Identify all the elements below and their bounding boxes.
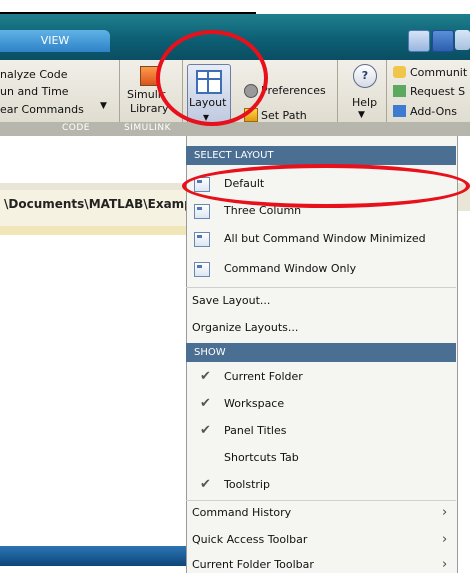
simulink-library-line2[interactable]: Library [130, 102, 168, 115]
highlight-annotation-layout [156, 30, 268, 126]
request-support-icon[interactable] [393, 85, 406, 97]
highlight-annotation-default [182, 164, 470, 208]
analyze-code-button[interactable]: nalyze Code [0, 68, 67, 81]
preferences-button[interactable]: Preferences [261, 84, 326, 97]
request-support-button[interactable]: Request S [410, 85, 465, 98]
layout-minimized-icon [194, 232, 210, 247]
chevron-right-icon: › [442, 505, 448, 520]
quick-access-layout-icon[interactable] [408, 30, 430, 52]
show-toolstrip-item[interactable]: ✔ Toolstrip [186, 472, 456, 499]
current-folder-path[interactable]: \Documents\MATLAB\Examp [4, 197, 193, 211]
quick-access-more-icon[interactable] [455, 30, 470, 50]
layout-option-command-window-only[interactable]: Command Window Only [186, 256, 456, 283]
quick-access-toolbar-submenu[interactable]: Quick Access Toolbar › [186, 527, 456, 554]
show-header: SHOW [186, 343, 456, 362]
chevron-down-icon[interactable]: ▼ [358, 110, 365, 120]
checkmark-icon: ✔ [200, 423, 211, 438]
show-workspace-item[interactable]: ✔ Workspace [186, 391, 456, 418]
clear-commands-button[interactable]: ear Commands [0, 103, 84, 116]
run-and-time-button[interactable]: un and Time [0, 85, 69, 98]
set-path-button[interactable]: Set Path [261, 109, 307, 122]
chevron-down-icon[interactable]: ▼ [100, 101, 107, 111]
save-icon[interactable] [432, 30, 454, 52]
checkmark-icon: ✔ [200, 477, 211, 492]
select-layout-header: SELECT LAYOUT [186, 146, 456, 165]
add-ons-icon[interactable] [393, 105, 406, 117]
tab-view[interactable]: VIEW [0, 30, 110, 52]
community-button[interactable]: Communit [410, 66, 467, 79]
layout-option-all-but-command-window-minimized[interactable]: All but Command Window Minimized [186, 226, 456, 253]
show-current-folder-item[interactable]: ✔ Current Folder [186, 364, 456, 391]
show-panel-titles-item[interactable]: ✔ Panel Titles [186, 418, 456, 445]
simulink-group-label: SIMULINK [124, 123, 172, 133]
help-button[interactable]: Help [352, 96, 377, 109]
chevron-right-icon: › [442, 532, 448, 547]
help-icon[interactable]: ? [353, 64, 377, 88]
checkmark-icon: ✔ [200, 369, 211, 384]
command-history-submenu[interactable]: Command History › [186, 500, 456, 527]
chevron-right-icon: › [442, 557, 448, 572]
show-shortcuts-tab-item[interactable]: Shortcuts Tab [186, 445, 456, 472]
community-icon[interactable] [393, 66, 406, 78]
save-layout-item[interactable]: Save Layout... [186, 288, 456, 315]
layout-three-column-icon [194, 204, 210, 219]
current-folder-toolbar-submenu[interactable]: Current Folder Toolbar › [186, 552, 456, 579]
code-group-label: CODE [62, 123, 90, 133]
add-ons-button[interactable]: Add-Ons [410, 105, 457, 118]
checkmark-icon: ✔ [200, 396, 211, 411]
organize-layouts-item[interactable]: Organize Layouts... [186, 315, 456, 342]
status-bar [0, 546, 186, 566]
layout-command-window-icon [194, 262, 210, 277]
folder-bar-strip [0, 226, 186, 235]
